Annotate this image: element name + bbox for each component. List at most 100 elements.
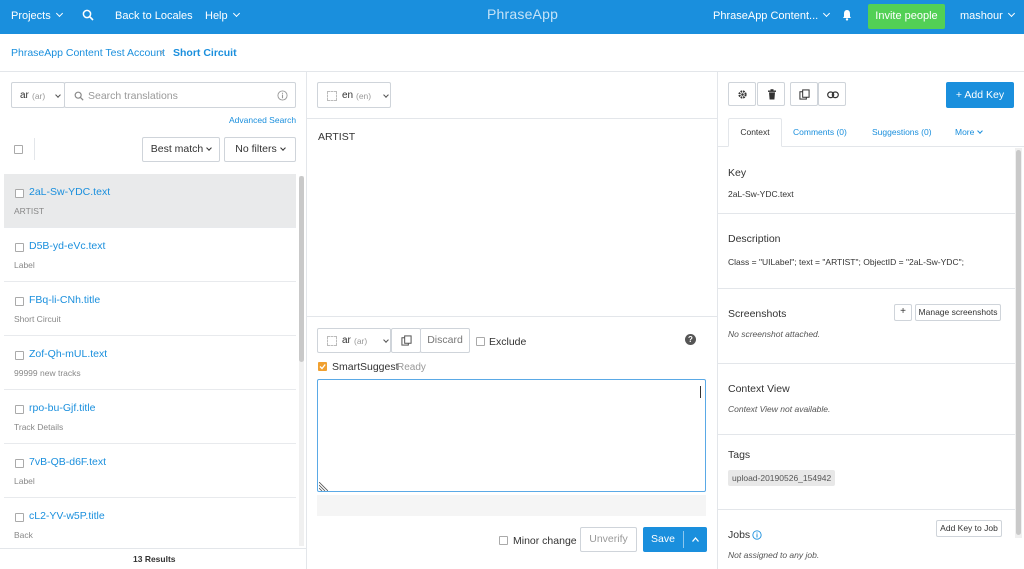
chevron-down-icon [55,9,63,18]
key-name[interactable]: D5B-yd-eVc.text [29,240,105,252]
screenshots-value: No screenshot attached. [728,329,821,339]
link-button[interactable] [818,82,846,106]
screenshots-section-title: Screenshots [728,308,787,320]
flag-icon [327,91,337,101]
description-section-title: Description [728,233,781,245]
invite-people-button[interactable]: Invite people [868,4,945,29]
key-description: Back [14,530,33,540]
scrollbar-thumb[interactable] [299,176,304,362]
unverify-button[interactable]: Unverify [580,527,637,552]
translation-textarea[interactable] [317,379,706,492]
chevron-down-icon [383,337,389,343]
smartsuggest-status: Ready [397,362,426,373]
list-item[interactable]: D5B-yd-eVc.text Label [4,228,296,282]
breadcrumb-project-link[interactable]: Short Circuit [173,47,237,59]
key-value: 2aL-Sw-YDC.text [728,189,794,199]
list-item[interactable]: FBq-li-CNh.title Short Circuit [4,282,296,336]
breadcrumb-separator: › [160,47,164,58]
divider [718,363,1015,364]
list-item[interactable]: rpo-bu-Gjf.title Track Details [4,390,296,444]
advanced-search-link[interactable]: Advanced Search [229,115,296,125]
key-checkbox[interactable] [15,243,24,252]
results-footer: 13 Results [0,548,306,569]
exclude-checkbox[interactable] [476,337,485,346]
source-locale-name: en [342,90,354,101]
projects-label: Projects [11,10,51,22]
tab-more[interactable]: More [955,127,984,137]
discard-button[interactable]: Discard [420,328,470,353]
add-key-button[interactable]: + Add Key [946,82,1014,108]
save-options-button[interactable] [684,527,707,552]
chevron-down-icon [279,145,286,151]
tab-context[interactable]: Context [728,118,782,147]
checkmark-icon [319,364,326,370]
list-item[interactable]: 2aL-Sw-YDC.text ARTIST [4,174,296,228]
target-locale-name: ar [342,335,351,346]
help-label: Help [205,10,228,22]
key-description: ARTIST [14,206,45,216]
sort-dropdown[interactable]: Best match [142,137,220,162]
key-name[interactable]: rpo-bu-Gjf.title [29,402,96,414]
resize-handle-icon[interactable] [319,482,328,491]
key-checkbox[interactable] [15,459,24,468]
breadcrumb-account-link[interactable]: PhraseApp Content Test Account [11,47,165,59]
text-cursor [700,386,701,398]
tab-suggestions[interactable]: Suggestions (0) [872,127,932,137]
save-button[interactable]: Save [643,527,683,552]
select-all-checkbox[interactable] [14,145,23,154]
scrollbar-thumb[interactable] [1016,150,1021,535]
key-checkbox[interactable] [15,297,24,306]
add-key-to-job-button[interactable]: Add Key to Job [936,520,1002,537]
question-icon[interactable]: ? [685,334,696,345]
tag-badge[interactable]: upload-20190526_154942 [728,470,836,486]
settings-button[interactable] [728,82,756,106]
key-name[interactable]: cL2-YV-w5P.title [29,510,105,522]
search-input[interactable]: Search translations [64,82,296,108]
locale-select[interactable]: ar (ar) [11,82,65,108]
bell-icon[interactable] [842,0,852,34]
chevron-down-icon [383,92,389,98]
account-menu[interactable]: PhraseApp Content... [713,0,831,34]
list-item[interactable]: Zof-Qh-mUL.text 99999 new tracks [4,336,296,390]
tab-comments[interactable]: Comments (0) [793,127,847,137]
key-checkbox[interactable] [15,513,24,522]
user-menu[interactable]: mashour [960,0,1015,34]
key-name[interactable]: FBq-li-CNh.title [29,294,100,306]
key-checkbox[interactable] [15,405,24,414]
help-menu[interactable]: Help [205,0,240,34]
projects-menu[interactable]: Projects [11,0,63,34]
search-icon[interactable] [82,0,94,34]
delete-button[interactable] [757,82,785,106]
minor-change-checkbox[interactable] [499,536,508,545]
key-section-title: Key [728,167,747,179]
key-name[interactable]: 7vB-QB-d6F.text [29,456,106,468]
copy-icon [799,89,810,100]
key-name[interactable]: 2aL-Sw-YDC.text [29,186,110,198]
results-count: 13 Results [133,554,176,564]
smartsuggest-checkbox[interactable] [318,362,327,371]
duplicate-button[interactable] [790,82,818,106]
key-checkbox[interactable] [15,189,24,198]
list-item[interactable]: 7vB-QB-d6F.text Label [4,444,296,498]
info-icon[interactable] [752,530,762,540]
key-checkbox[interactable] [15,351,24,360]
list-item[interactable]: cL2-YV-w5P.title Back [4,498,296,548]
filter-dropdown[interactable]: No filters [224,137,296,162]
suggestions-area [317,495,706,516]
target-locale-select[interactable]: ar (ar) [317,328,391,353]
divider [307,118,717,119]
context-view-section-title: Context View [728,383,790,395]
info-icon[interactable] [277,90,288,101]
source-locale-select[interactable]: en (en) [317,82,391,108]
source-text: ARTIST [318,131,356,143]
back-to-locales-link[interactable]: Back to Locales [115,0,193,34]
exclude-label: Exclude [489,336,527,348]
key-name[interactable]: Zof-Qh-mUL.text [29,348,107,360]
breadcrumb: PhraseApp Content Test Account › Short C… [0,34,1024,72]
manage-screenshots-button[interactable]: Manage screenshots [915,304,1001,321]
editor-panel: en (en) ARTIST ar (ar) Discard Exclude ?… [307,72,718,569]
add-screenshot-button[interactable]: + [894,304,912,321]
key-description: Label [14,476,35,486]
copy-source-button[interactable] [391,328,421,353]
locale-name: ar [20,90,29,101]
